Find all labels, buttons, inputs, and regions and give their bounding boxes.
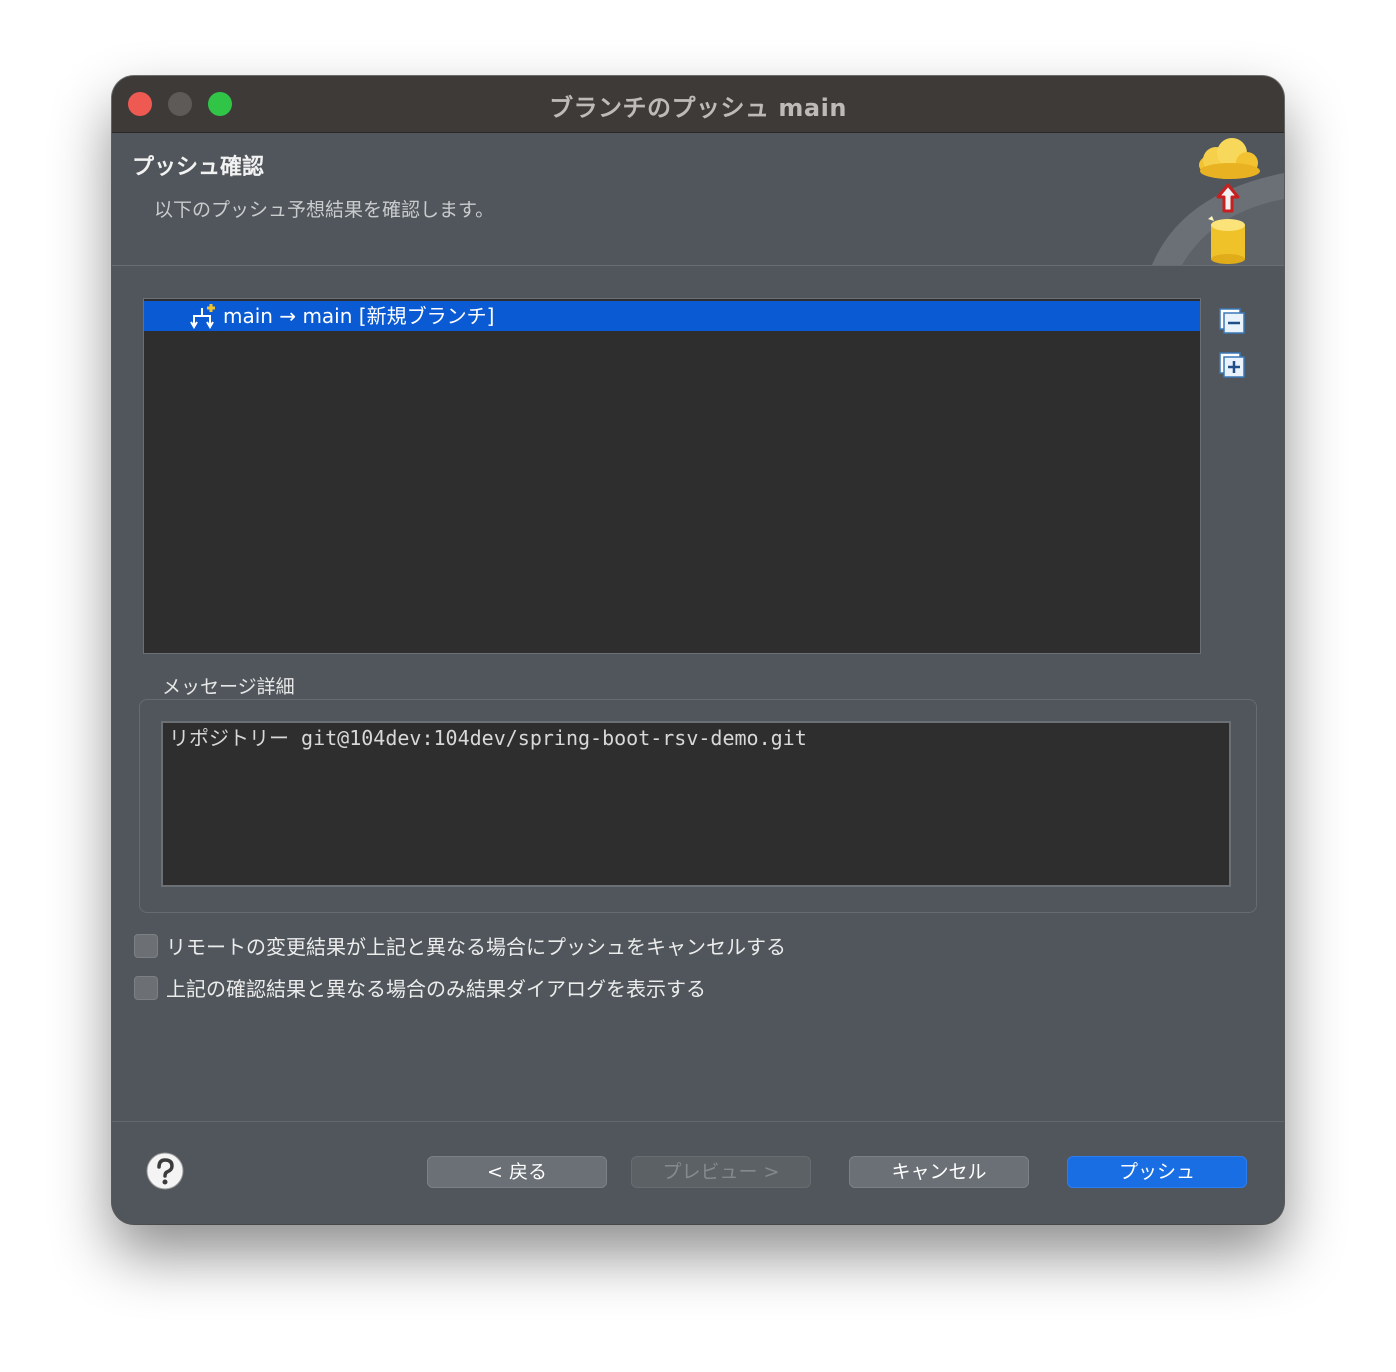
page-title: プッシュ確認 bbox=[132, 155, 265, 180]
wizard-banner: プッシュ確認 以下のプッシュ予想結果を確認します。 bbox=[112, 133, 1284, 266]
help-icon[interactable] bbox=[146, 1152, 184, 1190]
push-button[interactable]: プッシュ bbox=[1067, 1156, 1247, 1188]
cancel-if-changed-label: リモートの変更結果が上記と異なる場合にプッシュをキャンセルする bbox=[166, 935, 786, 959]
push-branch-dialog: ブランチのプッシュ main プッシュ確認 以下のプッシュ予想結果を確認します。 bbox=[112, 76, 1284, 1224]
new-branch-icon bbox=[190, 304, 215, 329]
tree-row-label: main → main [新規ブランチ] bbox=[223, 304, 495, 328]
cancel-button[interactable]: キャンセル bbox=[849, 1156, 1029, 1188]
push-result-tree[interactable]: main → main [新規ブランチ] bbox=[143, 298, 1201, 654]
show-result-dialog-checkbox[interactable] bbox=[134, 976, 158, 1000]
message-details-text-area[interactable]: リポジトリー git@104dev:104dev/spring-boot-rsv… bbox=[161, 721, 1231, 887]
message-details-group: リポジトリー git@104dev:104dev/spring-boot-rsv… bbox=[139, 699, 1257, 913]
cancel-if-changed-checkbox[interactable] bbox=[134, 934, 158, 958]
push-cloud-icon bbox=[1152, 138, 1284, 265]
preview-button[interactable]: プレビュー > bbox=[631, 1156, 811, 1188]
page-description: 以下のプッシュ予想結果を確認します。 bbox=[154, 199, 495, 221]
message-details-label: メッセージ詳細 bbox=[162, 676, 295, 698]
title-bar: ブランチのプッシュ main bbox=[112, 76, 1284, 133]
window-title: ブランチのプッシュ main bbox=[549, 94, 847, 122]
back-button[interactable]: < 戻る bbox=[427, 1156, 607, 1188]
footer-divider bbox=[112, 1121, 1284, 1122]
tree-row-main[interactable]: main → main [新規ブランチ] bbox=[144, 301, 1200, 331]
message-details-text: リポジトリー git@104dev:104dev/spring-boot-rsv… bbox=[169, 726, 807, 750]
collapse-all-icon[interactable] bbox=[1219, 308, 1245, 334]
show-result-dialog-label: 上記の確認結果と異なる場合のみ結果ダイアログを表示する bbox=[166, 977, 706, 1001]
expand-all-icon[interactable] bbox=[1219, 352, 1245, 378]
